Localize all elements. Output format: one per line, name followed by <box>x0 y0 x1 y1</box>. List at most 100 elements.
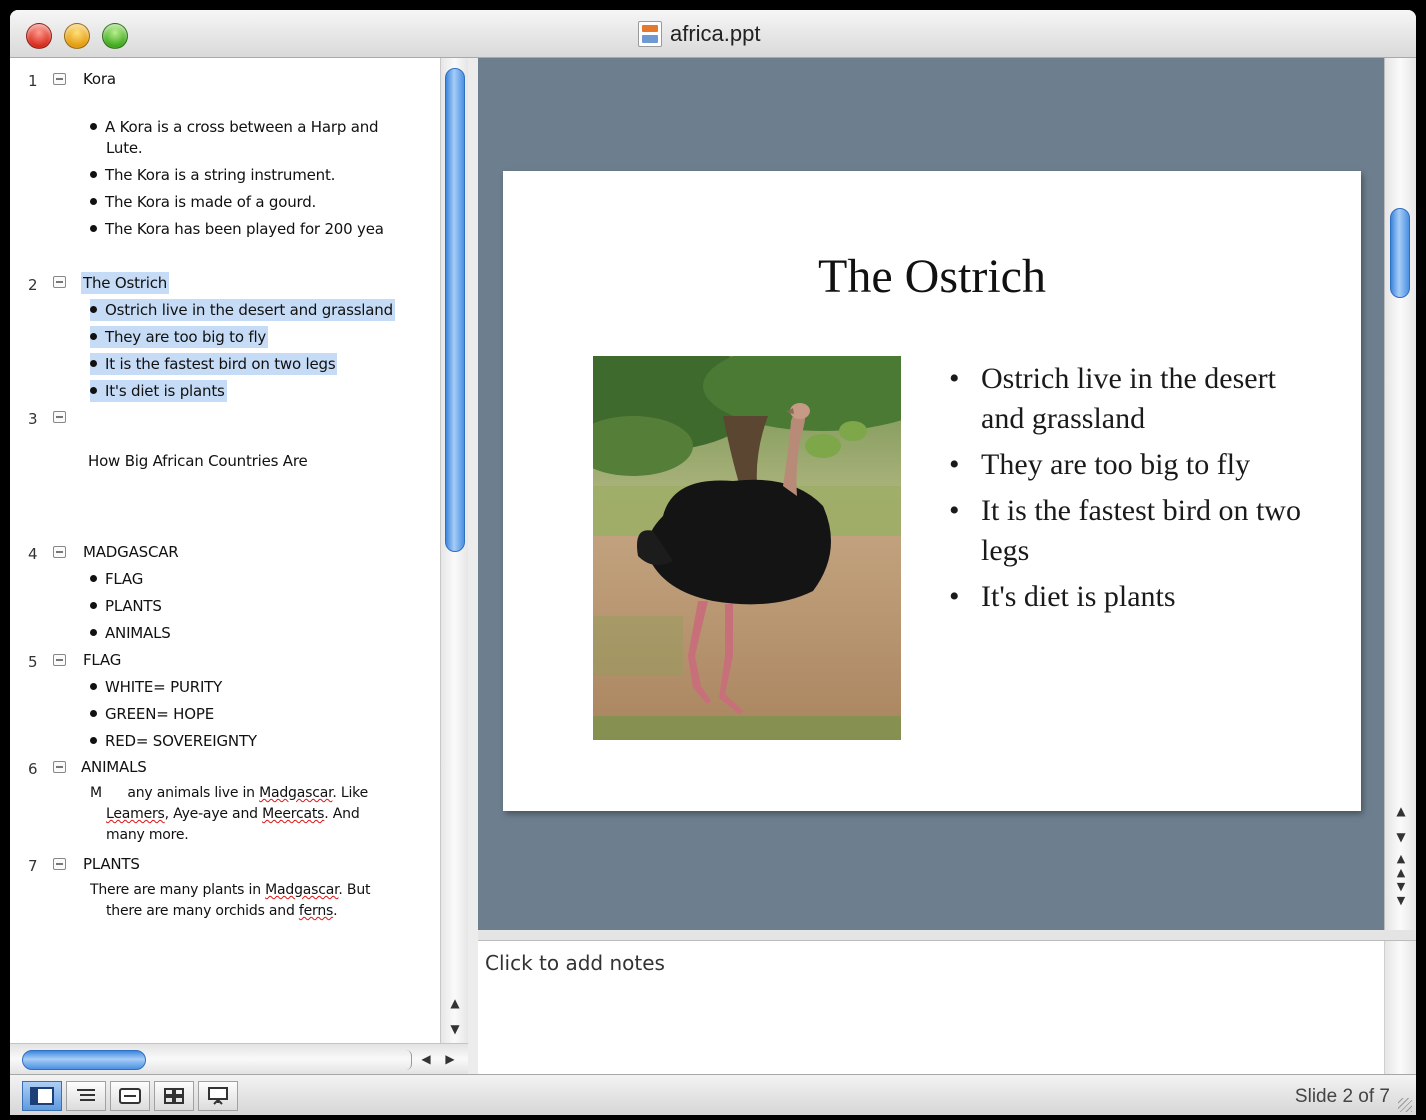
outline-slide-number: 3 <box>28 410 38 428</box>
outline-content[interactable]: 1 Kora A Kora is a cross between a Harp … <box>10 58 440 1043</box>
outline-bullet[interactable]: It is the fastest bird on two legs <box>90 353 338 375</box>
outline-slide-title[interactable]: Kora <box>83 70 116 88</box>
scroll-down-arrow-icon[interactable]: ▼ <box>441 1016 469 1042</box>
slide-canvas[interactable]: The Ostrich • Ostrich live in the desert… <box>503 171 1361 811</box>
bullet-icon <box>90 123 97 130</box>
slide-sorter-button[interactable] <box>154 1081 194 1111</box>
outline-bullet[interactable]: A Kora is a cross between a Harp and <box>90 118 379 136</box>
normal-view-icon <box>30 1087 54 1105</box>
slide-vertical-scrollbar[interactable]: ▲ ▼ ▲ ▲ ▼ ▼ <box>1384 58 1416 930</box>
outline-horizontal-scrollbar[interactable]: ◀ ▶ <box>10 1043 468 1074</box>
bullet-icon <box>90 306 97 313</box>
slide-icon[interactable] <box>53 276 66 288</box>
slide-icon[interactable] <box>53 654 66 666</box>
slide-bullet[interactable]: It is the fastest bird on two legs <box>943 491 1323 571</box>
outline-bullet[interactable]: They are too big to fly <box>90 326 269 348</box>
scroll-up-arrow-icon[interactable]: ▲ <box>1385 798 1416 824</box>
resize-grip-icon[interactable] <box>1398 1098 1412 1112</box>
minimize-window-button[interactable] <box>64 23 90 49</box>
outline-slide-number: 6 <box>28 760 38 778</box>
notes-placeholder[interactable]: Click to add notes <box>485 951 665 975</box>
slide-sorter-icon <box>164 1088 184 1104</box>
powerpoint-document-icon <box>638 21 662 47</box>
notes-vertical-scrollbar[interactable] <box>1384 941 1416 1075</box>
bullet-icon <box>90 225 97 232</box>
slide-icon[interactable] <box>53 411 66 423</box>
outline-bullet[interactable]: GREEN= HOPE <box>90 705 214 723</box>
outline-bullet[interactable]: The Kora has been played for 200 yea <box>90 220 384 238</box>
zoom-window-button[interactable] <box>102 23 128 49</box>
outline-bullet[interactable]: Ostrich live in the desert and grassland <box>90 299 395 321</box>
outline-slide-title[interactable]: FLAG <box>83 651 121 669</box>
slide-show-button[interactable] <box>198 1081 238 1111</box>
outline-slide-title[interactable]: MADGASCAR <box>83 543 179 561</box>
title-bar[interactable]: africa.ppt <box>10 10 1416 58</box>
slide-pane[interactable]: The Ostrich • Ostrich live in the desert… <box>478 58 1384 930</box>
slide-icon[interactable] <box>53 761 66 773</box>
outline-bullet[interactable]: FLAG <box>90 570 143 588</box>
outline-vertical-scroll-thumb[interactable] <box>445 68 465 552</box>
window-title-group: africa.ppt <box>638 20 761 48</box>
outline-body-line[interactable]: There are many plants in Madgascar. But <box>90 882 370 898</box>
outline-bullet[interactable]: The Kora is a string instrument. <box>90 166 335 184</box>
slide-vertical-scroll-thumb[interactable] <box>1390 208 1410 298</box>
slide-bullet[interactable]: They are too big to fly <box>943 445 1323 485</box>
slide-icon[interactable] <box>53 858 66 870</box>
outline-bullet[interactable]: RED= SOVEREIGNTY <box>90 732 257 750</box>
slide-view-button[interactable] <box>110 1081 150 1111</box>
outline-bullet[interactable]: ANIMALS <box>90 624 171 642</box>
outline-body-line[interactable]: there are many orchids and ferns. <box>106 903 338 919</box>
ostrich-photo[interactable] <box>593 356 901 740</box>
notes-pane[interactable]: Click to add notes <box>478 940 1416 1075</box>
bullet-icon <box>90 333 97 340</box>
outline-vertical-scrollbar[interactable]: ▲ ▼ <box>440 58 468 1074</box>
outline-bullet[interactable]: WHITE= PURITY <box>90 678 222 696</box>
bullet-icon <box>90 629 97 636</box>
outline-body-line[interactable]: M any animals live in Madgascar. Like <box>90 785 368 801</box>
slide-icon[interactable] <box>53 73 66 85</box>
outline-slide-number: 4 <box>28 545 38 563</box>
outline-view-icon <box>77 1089 95 1101</box>
outline-slide-number: 1 <box>28 72 38 90</box>
outline-body-text[interactable]: How Big African Countries Are <box>88 452 308 470</box>
outline-slide-number: 2 <box>28 276 38 294</box>
pane-splitter[interactable] <box>478 930 1416 940</box>
outline-slide-title[interactable]: PLANTS <box>83 855 140 873</box>
outline-bullet[interactable]: The Kora is made of a gourd. <box>90 193 316 211</box>
ostrich-photo-image <box>593 356 901 740</box>
outline-body-line[interactable]: Leamers, Aye-aye and Meercats. And <box>106 806 360 822</box>
bullet-icon <box>90 360 97 367</box>
bullet-icon <box>90 575 97 582</box>
slide-bullet[interactable]: It's diet is plants <box>943 577 1323 617</box>
outline-slide-title[interactable]: ANIMALS <box>81 758 147 776</box>
slide-bullet[interactable]: Ostrich live in the desert and grassland <box>943 359 1323 439</box>
slide-show-icon <box>208 1087 228 1105</box>
next-slide-icon[interactable]: ▼ ▼ <box>1385 880 1416 907</box>
outline-body-line[interactable]: many more. <box>106 827 189 843</box>
bullet-icon <box>90 737 97 744</box>
close-window-button[interactable] <box>26 23 52 49</box>
outline-slide-title[interactable]: The Ostrich <box>81 272 170 294</box>
scroll-up-arrow-icon[interactable]: ▲ <box>441 990 469 1016</box>
scroll-down-arrow-icon[interactable]: ▼ <box>1385 824 1416 850</box>
bullet-icon <box>90 171 97 178</box>
scroll-right-arrow-icon[interactable]: ▶ <box>438 1046 462 1072</box>
bullet-icon <box>90 710 97 717</box>
outline-bullet[interactable]: PLANTS <box>90 597 162 615</box>
bullet-icon <box>90 387 97 394</box>
slide-bullet-list[interactable]: Ostrich live in the desert and grassland… <box>943 359 1323 623</box>
outline-bullet[interactable]: It's diet is plants <box>90 380 227 402</box>
slide-icon[interactable] <box>53 546 66 558</box>
outline-pane[interactable]: 1 Kora A Kora is a cross between a Harp … <box>10 58 468 1074</box>
slide-title[interactable]: The Ostrich <box>503 249 1361 304</box>
outline-bullet-continuation[interactable]: Lute. <box>106 139 143 157</box>
outline-view-button[interactable] <box>66 1081 106 1111</box>
outline-slide-number: 5 <box>28 653 38 671</box>
window-title: africa.ppt <box>670 21 761 46</box>
view-toolbar: Slide 2 of 7 <box>10 1074 1416 1115</box>
scroll-left-arrow-icon[interactable]: ◀ <box>414 1046 438 1072</box>
normal-view-button[interactable] <box>22 1081 62 1111</box>
previous-slide-icon[interactable]: ▲ ▲ <box>1385 852 1416 879</box>
outline-horizontal-scroll-thumb[interactable] <box>22 1050 146 1070</box>
bullet-icon <box>90 602 97 609</box>
